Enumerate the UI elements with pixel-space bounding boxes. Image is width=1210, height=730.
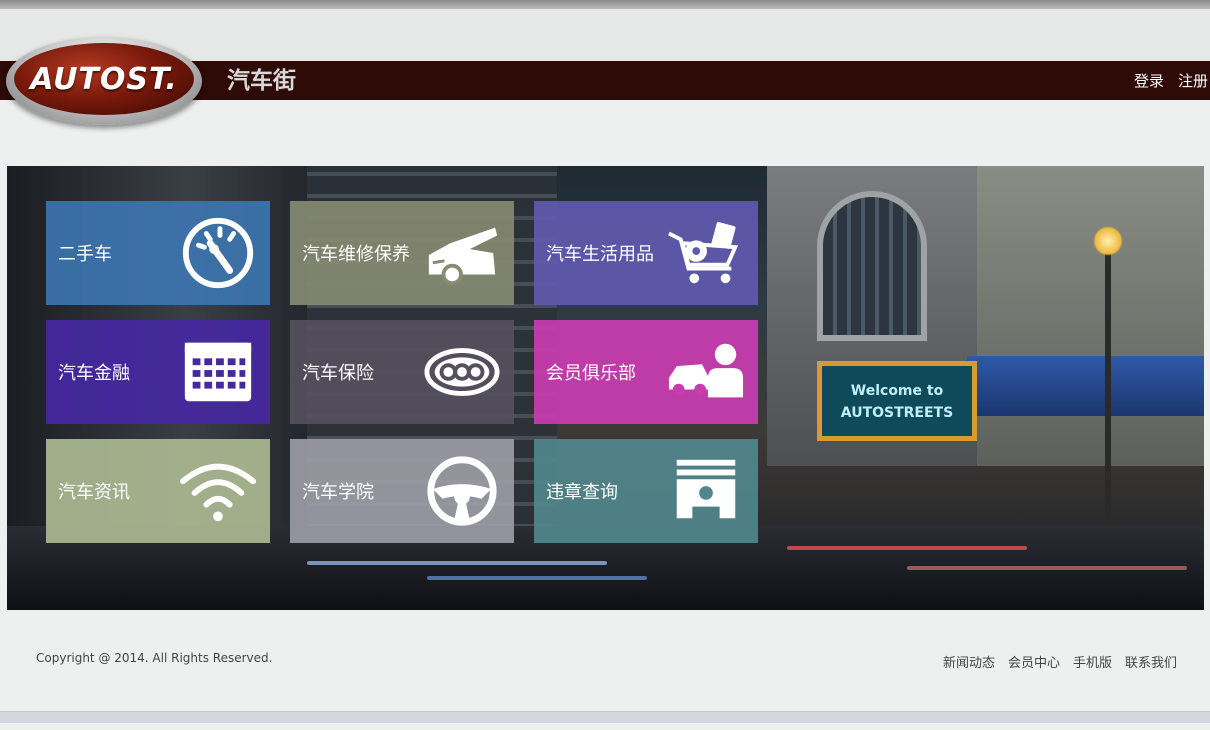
logo-badge: AUTOST. [14, 43, 194, 115]
footer-link-mobile[interactable]: 手机版 [1073, 652, 1112, 671]
tile-label: 汽车维修保养 [302, 244, 410, 265]
wifi-icon [178, 451, 258, 531]
tile-label: 汽车资讯 [58, 482, 130, 503]
tile-car-maintenance[interactable]: 汽车维修保养 [290, 201, 514, 305]
tile-member-club[interactable]: 会员俱乐部 [534, 320, 758, 424]
speedometer-icon [178, 213, 258, 293]
logo-text: AUTOST. [30, 61, 178, 97]
tile-label: 汽车学院 [302, 482, 374, 503]
header-links: 登录 注册 [1134, 61, 1208, 100]
tile-car-academy[interactable]: 汽车学院 [290, 439, 514, 543]
steering-wheel-icon [422, 451, 502, 531]
footer-link-news[interactable]: 新闻动态 [943, 652, 995, 671]
tile-car-news[interactable]: 汽车资讯 [46, 439, 270, 543]
tile-label: 会员俱乐部 [546, 363, 636, 384]
tile-label: 汽车保险 [302, 363, 374, 384]
banner-awning [967, 356, 1204, 416]
street-lamp [1105, 246, 1111, 526]
tile-label: 违章查询 [546, 482, 618, 503]
bottom-rule [0, 711, 1210, 723]
theater-marquee: Welcome to AUTOSTREETS [817, 361, 977, 441]
tile-label: 二手车 [58, 244, 112, 265]
register-link[interactable]: 注册 [1178, 70, 1208, 91]
car-person-icon [666, 332, 746, 412]
footer-link-member-center[interactable]: 会员中心 [1008, 652, 1060, 671]
tile-label: 汽车金融 [58, 363, 130, 384]
site-title: 汽车街 [227, 68, 296, 94]
tile-car-supplies[interactable]: 汽车生活用品 [534, 201, 758, 305]
marquee-line-1: Welcome to [850, 383, 944, 399]
calendar-icon [178, 332, 258, 412]
tile-car-finance[interactable]: 汽车金融 [46, 320, 270, 424]
site-logo[interactable]: AUTOST. [6, 37, 202, 125]
login-link[interactable]: 登录 [1134, 70, 1164, 91]
tile-label: 汽车生活用品 [546, 244, 654, 265]
footer-nav: 新闻动态 会员中心 手机版 联系我们 [943, 652, 1177, 671]
tile-car-insurance[interactable]: 汽车保险 [290, 320, 514, 424]
banner-building [977, 166, 1204, 466]
marquee-line-2: AUTOSTREETS [840, 405, 954, 421]
tile-used-cars[interactable]: 二手车 [46, 201, 270, 305]
footer-link-contact[interactable]: 联系我们 [1125, 652, 1177, 671]
shopping-cart-icon [666, 213, 746, 293]
piston-icon [666, 451, 746, 531]
tile-violation-query[interactable]: 违章查询 [534, 439, 758, 543]
cd-icon [422, 332, 502, 412]
copyright-text: Copyright @ 2014. All Rights Reserved. [36, 651, 273, 665]
car-hood-icon [422, 213, 502, 293]
top-rule [0, 0, 1210, 9]
